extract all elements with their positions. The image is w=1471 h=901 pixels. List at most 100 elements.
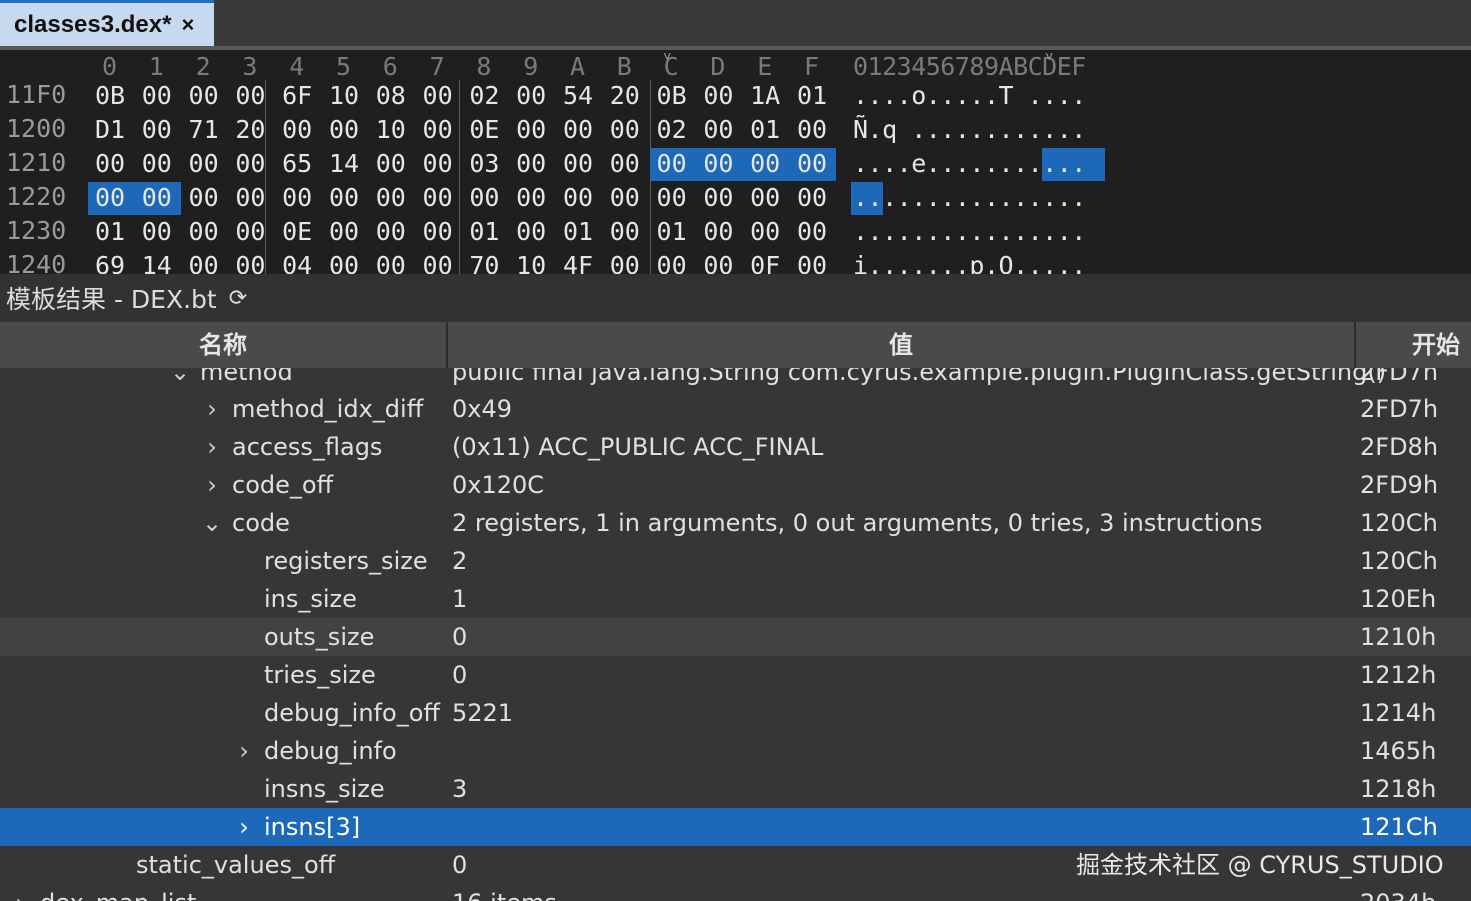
hex-byte[interactable]: 00 xyxy=(790,183,834,212)
hex-byte[interactable]: 1A xyxy=(743,81,787,110)
chevron-right-icon[interactable]: › xyxy=(234,808,254,846)
tree-row-insns-size[interactable]: insns_size 3 1218h xyxy=(0,770,1471,808)
hex-byte[interactable]: 00 xyxy=(462,183,506,212)
hex-byte[interactable]: 00 xyxy=(509,217,553,246)
tree-row-dex-map-list[interactable]: › dex_map_list 16 items 2034h xyxy=(0,884,1471,901)
tree-row-code-off[interactable]: › code_off 0x120C 2FD9h xyxy=(0,466,1471,504)
hex-byte[interactable]: 00 xyxy=(275,183,319,212)
chevron-right-icon[interactable]: › xyxy=(202,466,222,504)
tree-row-access-flags[interactable]: › access_flags (0x11) ACC_PUBLIC ACC_FINAL… xyxy=(0,428,1471,466)
hex-byte[interactable]: 0E xyxy=(462,115,506,144)
hex-byte[interactable]: 00 xyxy=(416,217,460,246)
tree-row-code[interactable]: ⌄ code 2 registers, 1 in arguments, 0 out … xyxy=(0,504,1471,542)
close-icon[interactable]: × xyxy=(181,12,194,38)
hex-byte[interactable]: 00 xyxy=(603,183,647,212)
hex-byte[interactable]: 03 xyxy=(462,149,506,178)
hex-byte[interactable]: 00 xyxy=(369,251,413,274)
hex-byte[interactable]: 00 xyxy=(182,183,226,212)
hex-byte[interactable]: 00 xyxy=(416,115,460,144)
hex-byte[interactable]: 00 xyxy=(416,149,460,178)
hex-byte[interactable]: 01 xyxy=(743,115,787,144)
hex-byte[interactable]: 00 xyxy=(416,81,460,110)
hex-byte[interactable]: 14 xyxy=(135,251,179,274)
hex-byte[interactable]: 00 xyxy=(369,183,413,212)
tree-row-debug-info[interactable]: › debug_info 1465h xyxy=(0,732,1471,770)
hex-byte[interactable]: 20 xyxy=(603,81,647,110)
column-header-name[interactable]: 名称 xyxy=(0,322,446,368)
tree-row-ins-size[interactable]: ins_size 1 120Eh xyxy=(0,580,1471,618)
hex-byte[interactable]: 00 xyxy=(743,183,787,212)
hex-byte[interactable]: 70 xyxy=(462,251,506,274)
hex-byte[interactable]: 01 xyxy=(462,217,506,246)
column-header-value[interactable]: 值 xyxy=(448,322,1354,368)
hex-byte[interactable]: 65 xyxy=(275,149,319,178)
hex-byte[interactable]: 00 xyxy=(650,251,694,274)
chevron-right-icon[interactable]: › xyxy=(234,732,254,770)
tree-row-method[interactable]: ⌄ method public final java.lang.String com… xyxy=(0,368,1471,391)
hex-byte[interactable]: 00 xyxy=(556,115,600,144)
chevron-right-icon[interactable]: › xyxy=(202,428,222,466)
hex-byte[interactable]: 00 xyxy=(135,115,179,144)
hex-byte[interactable]: 00 xyxy=(182,149,226,178)
hex-byte[interactable]: 00 xyxy=(790,115,834,144)
hex-byte[interactable]: 00 xyxy=(603,217,647,246)
hex-byte[interactable]: 00 xyxy=(696,149,740,178)
hex-byte[interactable]: 01 xyxy=(650,217,694,246)
hex-byte[interactable]: 71 xyxy=(182,115,226,144)
tree-row-method-idx-diff[interactable]: › method_idx_diff 0x49 2FD7h xyxy=(0,390,1471,428)
hex-byte[interactable]: 10 xyxy=(509,251,553,274)
hex-byte[interactable]: 00 xyxy=(696,115,740,144)
column-header-start[interactable]: 开始 xyxy=(1356,322,1471,368)
hex-byte[interactable]: 0B xyxy=(650,81,694,110)
hex-byte[interactable]: 00 xyxy=(416,183,460,212)
hex-byte[interactable]: 00 xyxy=(790,251,834,274)
hex-byte[interactable]: 00 xyxy=(696,217,740,246)
hex-byte[interactable]: 00 xyxy=(509,149,553,178)
hex-byte[interactable]: 00 xyxy=(135,217,179,246)
hex-byte[interactable]: 00 xyxy=(603,149,647,178)
tree-row-debug-info-off[interactable]: debug_info_off 5221 1214h xyxy=(0,694,1471,732)
hex-byte[interactable]: 00 xyxy=(322,115,366,144)
hex-byte[interactable]: 00 xyxy=(369,217,413,246)
hex-row-ascii[interactable]: ....e........... xyxy=(853,149,1086,178)
hex-byte[interactable]: 00 xyxy=(322,251,366,274)
hex-byte[interactable]: 00 xyxy=(603,115,647,144)
hex-byte[interactable]: 00 xyxy=(228,81,272,110)
hex-byte[interactable]: 01 xyxy=(790,81,834,110)
hex-byte[interactable]: 00 xyxy=(322,217,366,246)
hex-byte[interactable]: 00 xyxy=(135,149,179,178)
hex-byte[interactable]: 00 xyxy=(650,183,694,212)
hex-row-ascii[interactable]: ................ xyxy=(853,183,1086,212)
hex-byte[interactable]: 00 xyxy=(416,251,460,274)
chevron-right-icon[interactable]: › xyxy=(10,884,30,901)
tree-row-insns-3-[interactable]: › insns[3] 121Ch xyxy=(0,808,1471,846)
hex-row-ascii[interactable]: i.......p.O..... xyxy=(853,251,1086,274)
hex-byte[interactable]: 00 xyxy=(135,183,179,212)
hex-byte[interactable]: 0F xyxy=(743,251,787,274)
hex-byte[interactable]: 08 xyxy=(369,81,413,110)
hex-row-ascii[interactable]: Ñ.q ............ xyxy=(853,115,1086,144)
hex-byte[interactable]: 4F xyxy=(556,251,600,274)
hex-editor[interactable]: 0 1 2 3 4 5 6 7 8 9 A B C D E F 0123456789ABCDEF ˅ ˅ 11F0 0B… xyxy=(0,50,1471,274)
hex-byte[interactable]: 02 xyxy=(650,115,694,144)
hex-byte[interactable]: 02 xyxy=(462,81,506,110)
hex-byte[interactable]: 00 xyxy=(790,149,834,178)
hex-byte[interactable]: 00 xyxy=(228,183,272,212)
hex-byte[interactable]: 00 xyxy=(135,81,179,110)
hex-byte[interactable]: 00 xyxy=(743,149,787,178)
chevron-right-icon[interactable]: › xyxy=(202,390,222,428)
hex-byte[interactable]: 00 xyxy=(696,251,740,274)
refresh-icon[interactable]: ⟳ xyxy=(229,286,247,311)
hex-row-ascii[interactable]: ....o.....T .... xyxy=(853,81,1086,110)
hex-byte[interactable]: D1 xyxy=(88,115,132,144)
hex-byte[interactable]: 10 xyxy=(322,81,366,110)
tree-row-outs-size[interactable]: outs_size 0 1210h xyxy=(0,618,1471,656)
hex-byte[interactable]: 00 xyxy=(603,251,647,274)
hex-byte[interactable]: 00 xyxy=(509,115,553,144)
hex-byte[interactable]: 00 xyxy=(790,217,834,246)
hex-byte[interactable]: 0E xyxy=(275,217,319,246)
hex-byte[interactable]: 00 xyxy=(275,115,319,144)
hex-row-ascii[interactable]: ................ xyxy=(853,217,1086,246)
hex-byte[interactable]: 00 xyxy=(696,81,740,110)
hex-byte[interactable]: 01 xyxy=(556,217,600,246)
